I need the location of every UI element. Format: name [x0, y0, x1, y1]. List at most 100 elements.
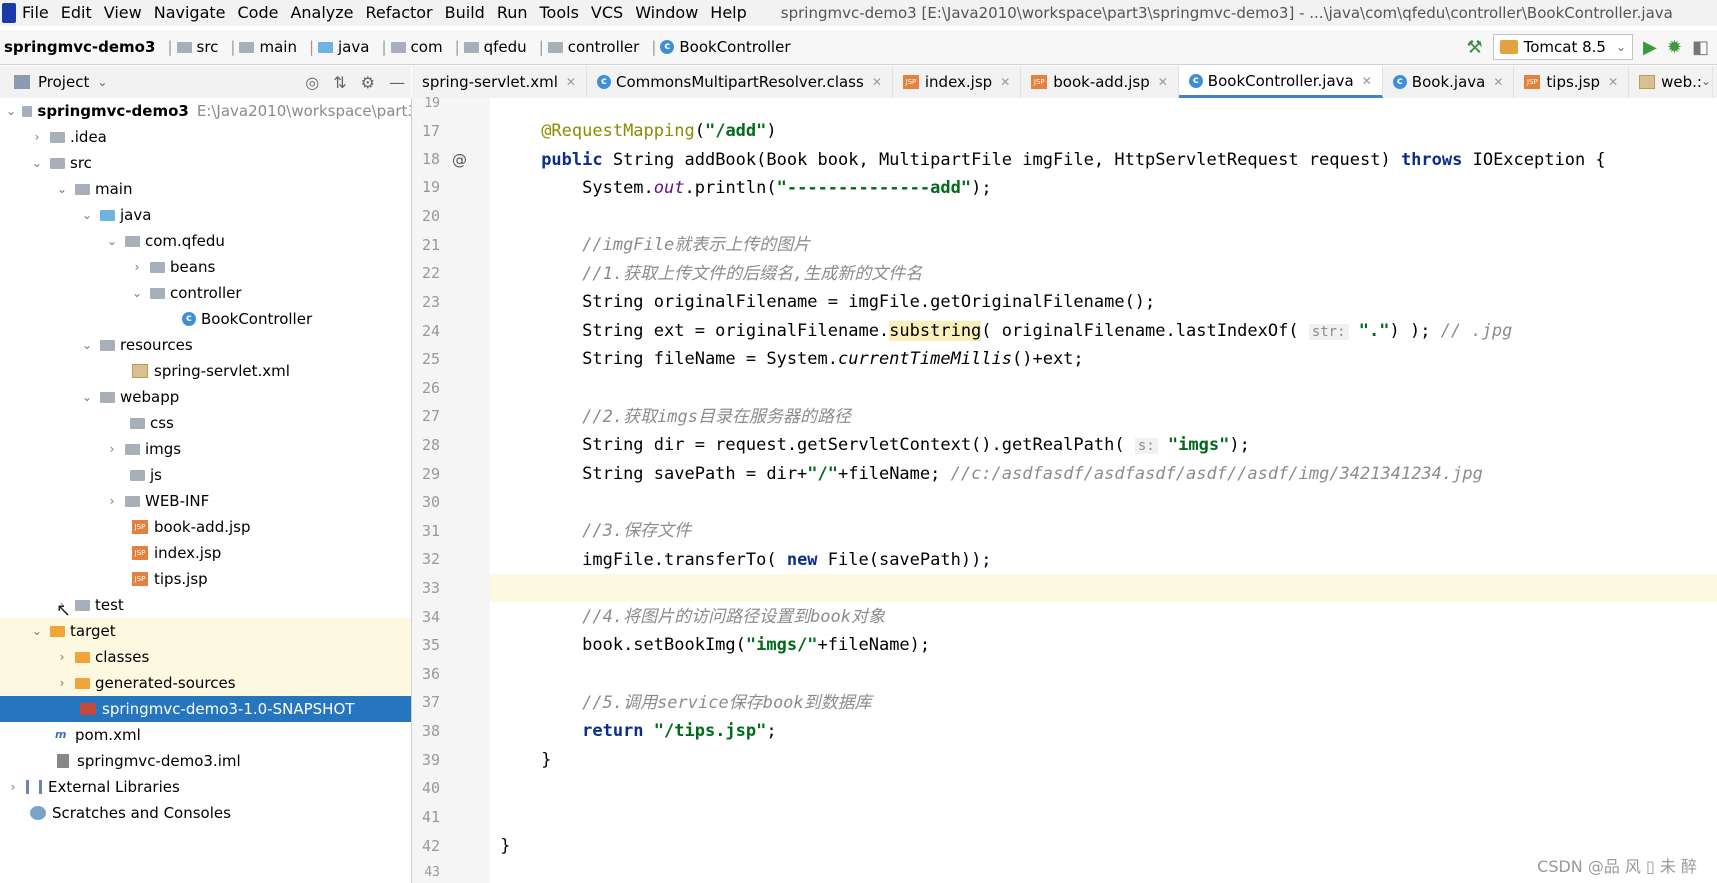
source-folder-icon	[318, 41, 334, 53]
close-icon[interactable]: ✕	[1000, 75, 1010, 89]
tree-item-springmvc-demo3[interactable]: ⌄ springmvc-demo3 E:\Java2010\workspace\pa…	[0, 98, 412, 124]
chevron-right-icon[interactable]: ›	[55, 670, 69, 696]
menu-tools[interactable]: Tools	[534, 0, 585, 26]
tree-item-beans[interactable]: › beans	[0, 254, 411, 280]
breadcrumb-java[interactable]: | java	[301, 38, 374, 56]
tab-bookcontroller-java[interactable]: c BookController.java ✕	[1178, 66, 1383, 98]
chevron-down-icon[interactable]: ⌄	[130, 280, 144, 306]
tree-item-imgs[interactable]: › imgs	[0, 436, 411, 462]
chevron-down-icon[interactable]: ⌄	[105, 228, 119, 254]
menu-refactor[interactable]: Refactor	[360, 0, 439, 26]
run-icon[interactable]: ▶	[1643, 37, 1657, 58]
breadcrumb-src[interactable]: | src	[159, 38, 222, 56]
menu-file[interactable]: File	[16, 0, 55, 26]
comment-token: // .jpg	[1440, 321, 1513, 341]
collapse-all-icon[interactable]: ⇅	[333, 73, 346, 92]
chevron-down-icon[interactable]: ⌄	[30, 618, 44, 644]
run-configuration-select[interactable]: Tomcat 8.5 ⌄	[1492, 34, 1634, 60]
menu-help[interactable]: Help	[704, 0, 752, 26]
chevron-right-icon[interactable]: ›	[105, 436, 119, 462]
tree-item-label: book-add.jsp	[154, 518, 251, 536]
tree-item-scratches[interactable]: Scratches and Consoles	[0, 800, 411, 826]
tree-item-controller[interactable]: ⌄ controller	[0, 280, 411, 306]
chevron-right-icon[interactable]: ›	[130, 254, 144, 280]
tree-item-idea[interactable]: › .idea	[0, 124, 411, 150]
gear-icon[interactable]: ⚙	[361, 73, 375, 92]
coverage-icon[interactable]: ◧	[1692, 37, 1709, 58]
menu-navigate[interactable]: Navigate	[148, 0, 232, 26]
menu-code[interactable]: Code	[232, 0, 285, 26]
tree-item-web-inf[interactable]: › WEB-INF	[0, 488, 411, 514]
tree-item-resources[interactable]: ⌄ resources	[0, 332, 411, 358]
breadcrumb-com[interactable]: | com	[373, 38, 446, 56]
tree-item-js[interactable]: js	[0, 462, 411, 488]
module-file-icon	[57, 754, 69, 768]
tree-item-spring-servlet-xml[interactable]: spring-servlet.xml	[0, 358, 411, 384]
breadcrumb-bookcontroller[interactable]: | c BookController	[643, 38, 794, 56]
tab-commonsmultipartresolver[interactable]: c CommonsMultipartResolver.class ✕	[587, 66, 893, 98]
tree-item-iml[interactable]: springmvc-demo3.iml	[0, 748, 411, 774]
tree-item-webapp[interactable]: ⌄ webapp	[0, 384, 411, 410]
breadcrumb-project[interactable]: springmvc-demo3	[0, 38, 159, 56]
close-icon[interactable]: ✕	[1608, 75, 1618, 89]
tab-tips-jsp[interactable]: JSP tips.jsp ✕	[1514, 66, 1630, 98]
tree-item-classes[interactable]: › classes	[0, 644, 411, 670]
build-hammer-icon[interactable]: ⚒	[1466, 37, 1482, 58]
chevron-right-icon[interactable]: ›	[6, 774, 20, 800]
override-marker-icon[interactable]: @	[452, 151, 467, 169]
tree-item-path: E:\Java2010\workspace\part3	[196, 102, 412, 120]
tree-item-label: generated-sources	[95, 674, 236, 692]
tab-spring-servlet-xml[interactable]: spring-servlet.xml ✕	[412, 66, 587, 98]
tree-item-generated-sources[interactable]: › generated-sources	[0, 670, 411, 696]
chevron-right-icon[interactable]: ›	[105, 488, 119, 514]
string-token: "imgs"	[1157, 435, 1230, 455]
tab-index-jsp[interactable]: JSP index.jsp ✕	[893, 66, 1022, 98]
tree-item-com-qfedu[interactable]: ⌄ com.qfedu	[0, 228, 411, 254]
tree-item-target[interactable]: ⌄ target	[0, 618, 411, 644]
tree-item-src[interactable]: ⌄ src	[0, 150, 411, 176]
tree-item-book-add-jsp[interactable]: JSP book-add.jsp	[0, 514, 411, 540]
tree-item-index-jsp[interactable]: JSP index.jsp	[0, 540, 411, 566]
close-icon[interactable]: ✕	[566, 75, 576, 89]
tree-item-pom-xml[interactable]: m pom.xml	[0, 722, 411, 748]
tree-item-snapshot[interactable]: springmvc-demo3-1.0-SNAPSHOT	[0, 696, 411, 722]
hide-panel-icon[interactable]: —	[389, 73, 405, 92]
menu-edit[interactable]: Edit	[55, 0, 98, 26]
breadcrumb-qfedu[interactable]: | qfedu	[447, 38, 531, 56]
tabs-overflow-icon[interactable]: ⌄	[1701, 74, 1711, 88]
breadcrumb-main[interactable]: | main	[222, 38, 301, 56]
close-icon[interactable]: ✕	[872, 75, 882, 89]
menu-vcs[interactable]: VCS	[585, 0, 629, 26]
menu-run[interactable]: Run	[491, 0, 534, 26]
chevron-down-icon[interactable]: ⌄	[30, 150, 44, 176]
chevron-down-icon[interactable]: ⌄	[80, 332, 94, 358]
excluded-folder-icon	[75, 651, 90, 663]
chevron-down-icon[interactable]: ⌄	[97, 75, 107, 89]
chevron-down-icon[interactable]: ⌄	[80, 202, 94, 228]
close-icon[interactable]: ✕	[1493, 75, 1503, 89]
tab-book-add-jsp[interactable]: JSP book-add.jsp ✕	[1021, 66, 1179, 98]
project-view-selector[interactable]: Project	[38, 73, 89, 91]
menu-view[interactable]: View	[98, 0, 148, 26]
menu-analyze[interactable]: Analyze	[284, 0, 359, 26]
debug-icon[interactable]: ✹	[1667, 37, 1682, 58]
locate-file-icon[interactable]: ◎	[305, 73, 319, 92]
tree-item-external-libraries[interactable]: › External Libraries	[0, 774, 411, 800]
tree-item-main[interactable]: ⌄ main	[0, 176, 411, 202]
chevron-down-icon[interactable]: ⌄	[80, 384, 94, 410]
chevron-down-icon[interactable]: ⌄	[6, 98, 16, 124]
tree-item-tips-jsp[interactable]: JSP tips.jsp	[0, 566, 411, 592]
close-icon[interactable]: ✕	[1362, 74, 1372, 88]
chevron-right-icon[interactable]: ›	[55, 644, 69, 670]
close-icon[interactable]: ✕	[1158, 75, 1168, 89]
line-number: 31	[421, 522, 440, 540]
chevron-down-icon[interactable]: ⌄	[55, 176, 69, 202]
menu-build[interactable]: Build	[439, 0, 491, 26]
tab-book-java[interactable]: c Book.java ✕	[1383, 66, 1515, 98]
tree-item-java[interactable]: ⌄ java	[0, 202, 411, 228]
chevron-right-icon[interactable]: ›	[30, 124, 44, 150]
breadcrumb-controller[interactable]: | controller	[531, 38, 644, 56]
tree-item-css[interactable]: css	[0, 410, 411, 436]
tree-item-bookcontroller[interactable]: c BookController	[0, 306, 411, 332]
menu-window[interactable]: Window	[629, 0, 704, 26]
